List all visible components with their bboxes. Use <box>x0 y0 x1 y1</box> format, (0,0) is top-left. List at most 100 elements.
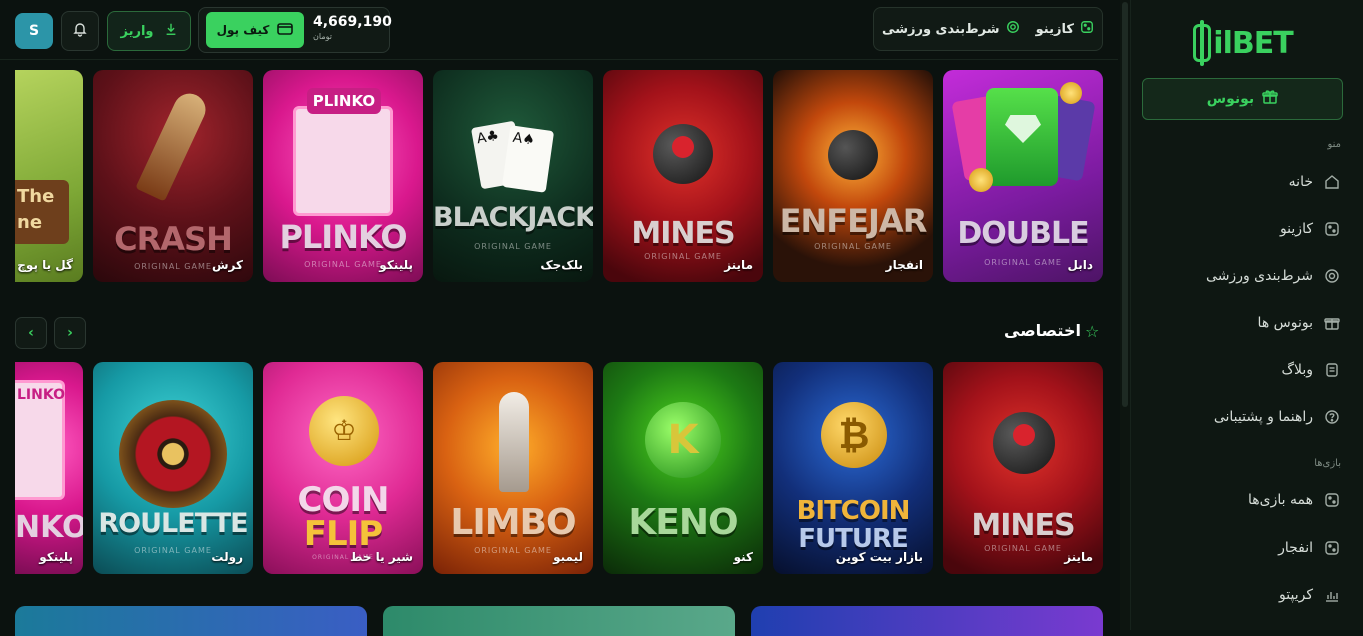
game-card-bitcoin-future[interactable]: ₿ BITCOIN FUTURE بازار بیت کوین <box>773 362 933 574</box>
game-title-art: ENFEJAR <box>779 202 928 240</box>
game-title-art-line2: FLIP <box>303 514 383 554</box>
sidebar-item-crypto[interactable]: کریپتو <box>1151 575 1341 615</box>
game-title-art: BITCOIN <box>796 496 911 526</box>
sidebar-item-label: کریپتو <box>1279 587 1313 603</box>
sidebar-item-casino[interactable]: کازینو <box>1151 209 1341 249</box>
game-card-heads-or-tails[interactable]: The ne گل یا پوچ <box>15 70 83 282</box>
game-card-label: کرش <box>211 258 243 272</box>
game-card-label: رولت <box>211 550 243 564</box>
balance-value: 4,669,190 <box>313 14 392 30</box>
top-nav-sports-label: شرط‌بندی ورزشی <box>882 21 1000 37</box>
carousel-prev-button[interactable]: ‹ <box>15 317 47 349</box>
sidebar-item-home[interactable]: خانه <box>1151 162 1341 202</box>
game-card-label: پلینکو <box>379 258 413 272</box>
sidebar-item-sports[interactable]: شرط‌بندی ورزشی <box>1151 256 1341 296</box>
dice-icon <box>1080 20 1094 38</box>
logo[interactable]: ilBET <box>1189 20 1297 66</box>
game-card-blackjack[interactable]: A♣ A♠ BLACKJACK ORIGINAL GAME بلک‌جک <box>433 70 593 282</box>
sidebar: ilBET بونوس منو خانه کازینو شرط‌بندی ورز… <box>1130 0 1363 630</box>
game-card-enfejar[interactable]: ENFEJAR ORIGINAL GAME انفجار <box>773 70 933 282</box>
game-card-label: کنو <box>733 550 753 564</box>
avatar[interactable]: S <box>15 13 53 49</box>
game-title-art: PLINKO <box>279 218 407 256</box>
game-card-label: انفجار <box>885 258 923 272</box>
sidebar-item-label: انفجار <box>1278 540 1313 556</box>
game-title-art: MINES <box>971 508 1075 543</box>
plinko-board-header: PLINKO <box>307 88 381 114</box>
keno-ball-icon: K <box>645 402 721 478</box>
games-section-label: بازی‌ها <box>1314 458 1341 469</box>
game-title-art: DOUBLE <box>957 216 1089 251</box>
notifications-button[interactable] <box>61 11 99 51</box>
game-card-label: شیر یا خط <box>349 550 413 564</box>
promo-banner[interactable] <box>15 606 367 636</box>
dice-icon <box>1323 539 1341 557</box>
game-card-plinko[interactable]: PLINKO PLINKO ORIGINAL GAME پلینکو <box>263 70 423 282</box>
dice-icon <box>1323 491 1341 509</box>
chevron-left-icon: ‹ <box>28 325 34 341</box>
top-nav-sports[interactable]: شرط‌بندی ورزشی <box>882 20 1020 38</box>
ball-icon <box>1006 20 1020 38</box>
sidebar-item-help[interactable]: راهنما و پشتیبانی <box>1151 397 1341 437</box>
game-card-plinko[interactable]: LINKO NKO پلینکو <box>15 362 83 574</box>
bonus-label: بونوس <box>1206 91 1255 107</box>
skull-icon <box>672 136 694 158</box>
deposit-label: واریز <box>120 23 154 39</box>
sidebar-item-label: شرط‌بندی ورزشی <box>1206 268 1313 284</box>
logo-text: ilBET <box>1213 25 1293 61</box>
game-card-double[interactable]: DOUBLE ORIGINAL GAME دابل <box>943 70 1103 282</box>
ball-icon <box>1323 267 1341 285</box>
roulette-wheel-icon <box>119 400 227 508</box>
sidebar-item-crash[interactable]: انفجار <box>1151 528 1341 568</box>
promo-banner[interactable] <box>383 606 735 636</box>
dice-icon <box>1323 220 1341 238</box>
coin-icon <box>969 168 993 192</box>
game-card-label: بازار بیت کوین <box>835 550 923 564</box>
game-title-art: KENO <box>628 502 738 543</box>
deposit-button[interactable]: واریز <box>107 11 191 51</box>
logo-mark-icon <box>1193 20 1212 66</box>
top-nav: شرط‌بندی ورزشی کازینو <box>873 7 1103 51</box>
game-title-art: BLACKJACK <box>433 202 593 233</box>
sidebar-item-all-games[interactable]: همه بازی‌ها <box>1151 480 1341 520</box>
top-nav-casino-label: کازینو <box>1035 21 1074 37</box>
sidebar-item-label: راهنما و پشتیبانی <box>1213 409 1313 425</box>
home-icon <box>1323 173 1341 191</box>
playing-card-art: A♠ <box>501 125 555 193</box>
rocket-icon <box>135 88 211 202</box>
bonus-button[interactable]: بونوس <box>1142 78 1343 120</box>
plinko-board-art <box>293 106 393 216</box>
game-card-label: لیمبو <box>553 550 583 564</box>
game-card-crash[interactable]: CRASH ORIGINAL GAME کرش <box>93 70 253 282</box>
game-card-label: ماینز <box>724 258 753 272</box>
rocket-icon <box>499 392 529 492</box>
game-card-mines[interactable]: MINES ORIGINAL GAME ماینز <box>943 362 1103 574</box>
carousel-next-button[interactable]: › <box>54 317 86 349</box>
promo-banner[interactable] <box>751 606 1103 636</box>
sidebar-item-label: همه بازی‌ها <box>1248 492 1313 508</box>
header-divider <box>0 59 1118 60</box>
sidebar-item-blog[interactable]: وبلاگ <box>1151 350 1341 390</box>
sidebar-item-bonuses[interactable]: بونوس ها <box>1151 303 1341 343</box>
top-nav-casino[interactable]: کازینو <box>1036 20 1094 38</box>
game-card-mines[interactable]: MINES ORIGINAL GAME ماینز <box>603 70 763 282</box>
document-icon <box>1323 361 1341 379</box>
game-card-limbo[interactable]: LIMBO ORIGINAL GAME لیمبو <box>433 362 593 574</box>
game-card-label: دابل <box>1067 258 1094 272</box>
game-card-keno[interactable]: K KENO کنو <box>603 362 763 574</box>
balance-currency: تومان <box>313 32 332 41</box>
game-card-roulette[interactable]: ROULETTE ORIGINAL GAME رولت <box>93 362 253 574</box>
chart-icon <box>1323 586 1341 604</box>
wallet-button[interactable]: کیف پول <box>206 12 304 48</box>
game-title-art: CRASH <box>114 220 233 258</box>
coin-icon <box>1060 82 1082 104</box>
section-title: اختصاصی <box>1004 321 1081 340</box>
bell-icon <box>72 21 88 41</box>
sidebar-item-label: کازینو <box>1279 221 1313 237</box>
wallet-box: کیف پول 4,669,190 تومان <box>198 7 392 53</box>
wallet-icon <box>277 22 294 39</box>
game-card-coin-flip[interactable]: ♔ COIN FLIP ORIGINAL GAME شیر یا خط <box>263 362 423 574</box>
chevron-right-icon: › <box>67 325 73 341</box>
game-card-label: گل یا پوچ <box>17 258 73 272</box>
scrollbar-thumb[interactable] <box>1122 2 1128 407</box>
